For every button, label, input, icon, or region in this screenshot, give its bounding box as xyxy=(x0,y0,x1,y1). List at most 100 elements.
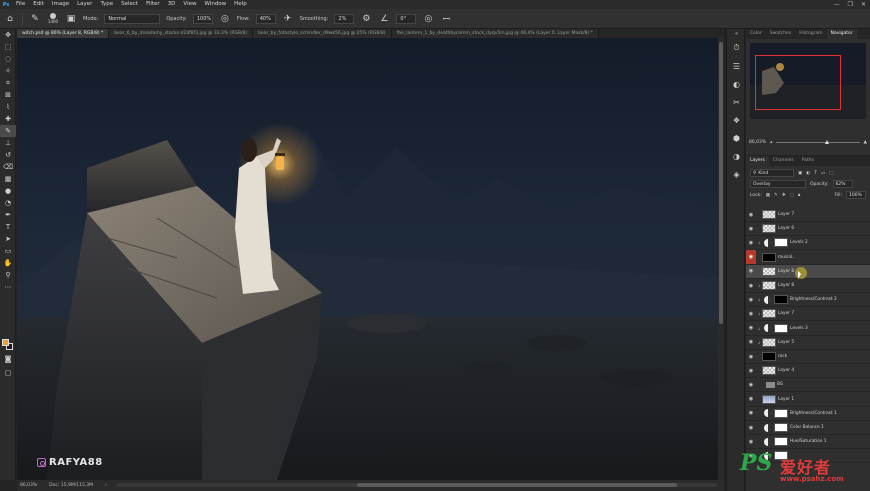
visibility-eye-icon[interactable]: ◉ xyxy=(746,410,756,416)
filter-kind-select[interactable]: ⚲ Kind xyxy=(750,169,794,177)
layer-thumbnail[interactable] xyxy=(762,252,776,262)
layer-row[interactable]: ◉ Hue/Saturation 1 xyxy=(746,435,870,450)
layer-thumbnail[interactable] xyxy=(774,295,788,305)
layer-row[interactable]: ◉ musial.. xyxy=(746,250,870,265)
filter-type-icon[interactable]: T xyxy=(814,171,817,176)
angle-field[interactable]: 0° xyxy=(396,13,417,24)
layer-thumbnail[interactable] xyxy=(774,323,788,333)
eraser-tool-icon[interactable]: ⌫ xyxy=(0,161,16,173)
tab-navigator[interactable]: Navigator xyxy=(826,29,857,39)
menu-window[interactable]: Window xyxy=(200,0,230,9)
brush-preset-picker[interactable]: 1400 xyxy=(47,13,59,25)
layer-row[interactable]: ◉ Layer 1 xyxy=(746,393,870,407)
brush-settings-icon[interactable]: ▣ xyxy=(65,13,77,25)
visibility-eye-icon[interactable]: ◉ xyxy=(746,268,756,274)
hand-tool-icon[interactable]: ✋ xyxy=(0,257,16,269)
home-icon[interactable]: ⌂ xyxy=(4,13,16,25)
doc-tab-bear-fotostyle[interactable]: bear_by_fotostyle_schindler_d9wk56.jpg @… xyxy=(253,29,392,38)
smoothing-field[interactable]: 2% xyxy=(334,13,355,24)
layer-row[interactable]: ◉ Layer 8 xyxy=(746,264,870,279)
menu-layer[interactable]: Layer xyxy=(73,0,96,9)
healing-brush-tool-icon[interactable]: ✚ xyxy=(0,113,16,125)
smoothing-gear-icon[interactable]: ⚙ xyxy=(360,13,372,25)
layer-row[interactable]: ◉ Layer 4 xyxy=(746,364,870,379)
close-button[interactable]: ✕ xyxy=(861,1,866,8)
brush-tool-icon[interactable]: ✎ xyxy=(29,13,41,25)
3d-panel-icon[interactable]: ⬢ xyxy=(727,129,746,147)
layer-thumbnail[interactable] xyxy=(762,352,776,361)
layer-row[interactable]: ◉ ↓ Levels 3 xyxy=(746,322,870,336)
doc-tab-witch[interactable]: witch.psd @ 86% (Layer 8, RGB/8) * xyxy=(17,29,110,38)
dodge-tool-icon[interactable]: ◔ xyxy=(0,197,16,209)
scrollbar-thumb[interactable] xyxy=(357,483,677,487)
menu-edit[interactable]: Edit xyxy=(29,0,48,9)
layer-row[interactable]: ◉ ↓ Layer 8 xyxy=(746,279,870,293)
rectangle-tool-icon[interactable]: ▭ xyxy=(0,245,16,257)
color-panel-icon[interactable]: ◑ xyxy=(727,147,746,165)
restore-button[interactable]: ❐ xyxy=(848,1,853,8)
history-panel-icon[interactable]: ⏱ xyxy=(727,39,746,57)
airbrush-icon[interactable]: ✈ xyxy=(282,13,294,25)
canvas-vertical-scrollbar[interactable] xyxy=(718,38,724,480)
lock-paint-icon[interactable]: ✎ xyxy=(774,193,778,198)
pen-tool-icon[interactable]: ✒ xyxy=(0,209,16,221)
move-tool-icon[interactable]: ✥ xyxy=(0,29,16,41)
layer-row[interactable]: ◉ ↓ Brightness/Contrast 2 xyxy=(746,293,870,308)
layer-thumbnail[interactable] xyxy=(762,281,776,290)
filter-pixel-icon[interactable]: ▣ xyxy=(798,171,802,176)
visibility-eye-icon[interactable]: ◉ xyxy=(746,339,756,345)
layer-thumbnail[interactable] xyxy=(762,266,776,276)
filter-adjustment-icon[interactable]: ◐ xyxy=(806,171,810,176)
status-arrow[interactable]: › xyxy=(105,483,107,488)
layer-thumbnail[interactable] xyxy=(774,408,788,418)
layer-thumbnail[interactable] xyxy=(762,337,776,347)
visibility-eye-icon[interactable]: ◉ xyxy=(746,382,756,388)
canvas-horizontal-scrollbar[interactable] xyxy=(117,483,717,487)
properties-panel-icon[interactable]: ☰ xyxy=(727,57,746,75)
flow-field[interactable]: 40% xyxy=(255,13,276,24)
history-brush-tool-icon[interactable]: ↺ xyxy=(0,149,16,161)
navigator-view-box[interactable] xyxy=(755,55,841,110)
marquee-tool-icon[interactable]: ⬚ xyxy=(0,41,16,53)
layer-row[interactable]: ◉ Layer 6 xyxy=(746,222,870,237)
layer-row[interactable]: ◉ Brightness/Contrast 1 xyxy=(746,407,870,421)
menu-filter[interactable]: Filter xyxy=(142,0,164,9)
lock-artboard-icon[interactable]: ⬚ xyxy=(790,193,794,198)
folder-icon[interactable] xyxy=(766,381,775,388)
filter-smart-icon[interactable]: ⬚ xyxy=(829,171,833,176)
visibility-eye-icon[interactable]: ◉ xyxy=(746,212,756,218)
clone-stamp-tool-icon[interactable]: ⊥ xyxy=(0,137,16,149)
tab-color[interactable]: Color xyxy=(746,29,766,39)
visibility-eye-icon[interactable]: ◉ xyxy=(746,250,756,265)
navigator-zoom-value[interactable]: 86,03% xyxy=(749,140,766,145)
tab-paths[interactable]: Paths xyxy=(798,156,818,166)
visibility-eye-icon[interactable]: ◉ xyxy=(746,240,756,246)
lock-position-icon[interactable]: ✥ xyxy=(782,193,786,198)
menu-select[interactable]: Select xyxy=(117,0,142,9)
visibility-eye-icon[interactable]: ◉ xyxy=(746,226,756,232)
quick-mask-icon[interactable]: ◙ xyxy=(0,353,16,365)
layer-row[interactable]: ◉ ↓ Layer 7 xyxy=(746,307,870,322)
visibility-eye-icon[interactable]: ◉ xyxy=(746,297,756,303)
collapse-panels-icon[interactable]: « xyxy=(727,29,746,39)
document-canvas[interactable]: RAFYA88 xyxy=(17,38,718,480)
layer-row[interactable]: ◉ Layer 7 xyxy=(746,208,870,222)
visibility-eye-icon[interactable]: ◉ xyxy=(746,311,756,317)
blend-mode-select[interactable]: Overlay xyxy=(750,180,806,188)
doc-tab-lantern[interactable]: the_lantern_1_by_deathbycomm_stock_dyqv5… xyxy=(391,29,599,38)
foreground-color-swatch[interactable] xyxy=(2,339,9,346)
layer-row[interactable]: ◉ rock xyxy=(746,350,870,364)
layer-thumbnail[interactable] xyxy=(762,309,776,319)
mode-select[interactable]: Normal xyxy=(104,13,161,24)
opacity-field[interactable]: 100% xyxy=(192,13,213,24)
menu-view[interactable]: View xyxy=(179,0,200,9)
pressure-size-icon[interactable]: ◎ xyxy=(422,13,434,25)
screen-mode-icon[interactable]: ▢ xyxy=(0,367,16,379)
crop-tool-icon[interactable]: ⌗ xyxy=(0,77,16,89)
visibility-eye-icon[interactable]: ◉ xyxy=(746,439,756,445)
lock-all-icon[interactable]: 🔒︎ xyxy=(798,192,800,198)
filter-shape-icon[interactable]: ▭ xyxy=(821,171,825,176)
visibility-eye-icon[interactable]: ◉ xyxy=(746,425,756,431)
layer-thumbnail[interactable] xyxy=(762,366,776,376)
zoom-tool-icon[interactable]: ⚲ xyxy=(0,269,16,281)
